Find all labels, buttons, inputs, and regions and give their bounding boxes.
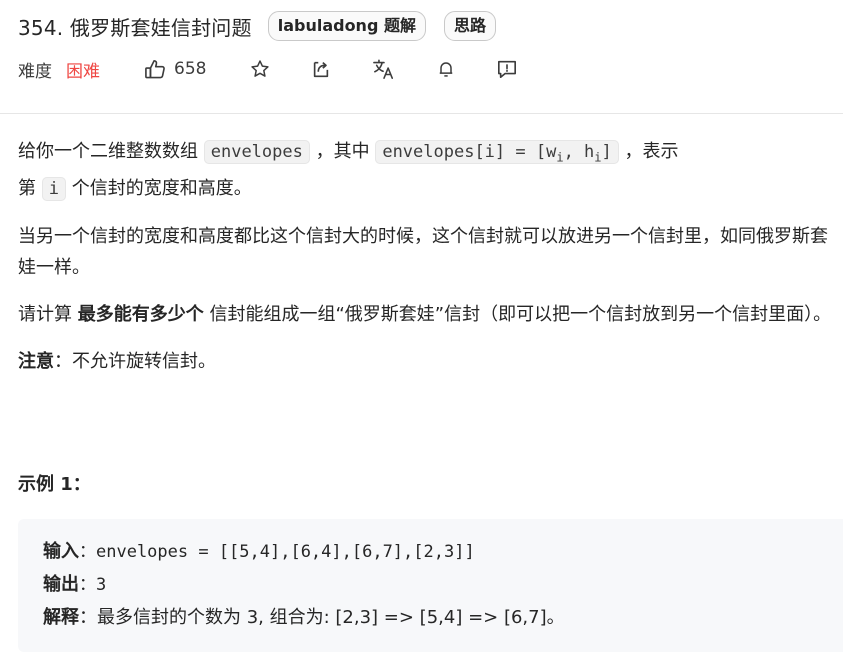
bold-text: 最多能有多少个 bbox=[77, 304, 204, 326]
explanation-label: 解释 bbox=[43, 607, 79, 628]
text: ，其中 bbox=[315, 141, 370, 162]
note: 注意：不允许旋转信封。 bbox=[18, 346, 833, 377]
difficulty-label: 难度 bbox=[18, 61, 52, 82]
output-value: ：3 bbox=[79, 575, 107, 595]
paragraph-2: 当另一个信封的宽度和高度都比这个信封大的时候，这个信封就可以放进另一个信封里，如… bbox=[18, 226, 828, 279]
text: ，表示 bbox=[624, 141, 679, 162]
paragraph-3: 请计算 最多能有多少个 信封能组成一组“俄罗斯套娃”信封（即可以把一个信封放到另… bbox=[18, 299, 833, 330]
code-part: envelopes[i] = [w bbox=[382, 142, 557, 162]
feedback-button[interactable] bbox=[496, 59, 518, 79]
problem-description: 给你一个二维整数数组 envelopes ，其中 envelopes[i] = … bbox=[18, 136, 833, 393]
explanation-value: ：最多信封的个数为 3, 组合为: [2,3] => [5,4] => [6,7… bbox=[79, 607, 565, 628]
text: 给你一个二维整数数组 bbox=[18, 141, 198, 162]
text: 信封能组成一组“俄罗斯套娃”信封（即可以把一个信封放到另一个信封里面）。 bbox=[209, 304, 832, 326]
share-button[interactable] bbox=[310, 59, 332, 79]
tag-hint[interactable]: 思路 bbox=[443, 11, 496, 41]
text: 第 bbox=[18, 178, 36, 200]
subscript: i bbox=[594, 150, 602, 165]
subscript: i bbox=[556, 150, 564, 165]
like-button[interactable]: 658 bbox=[144, 59, 206, 79]
code-part: ] bbox=[601, 142, 612, 162]
tag-labuladong[interactable]: labuladong 题解 bbox=[267, 11, 426, 41]
note-label: 注意 bbox=[18, 351, 54, 373]
translate-icon bbox=[373, 59, 394, 79]
output-label: 输出 bbox=[43, 574, 79, 595]
like-count: 658 bbox=[174, 59, 207, 79]
example-output: 输出：3 bbox=[43, 570, 106, 596]
input-label: 输入 bbox=[43, 541, 79, 562]
share-icon bbox=[314, 61, 329, 78]
translate-button[interactable] bbox=[372, 58, 396, 80]
example-input: 输入：envelopes = [[5,4],[6,4],[6,7],[2,3]] bbox=[43, 537, 475, 563]
text: 个信封的宽度和高度。 bbox=[71, 178, 252, 200]
thumbs-up-icon bbox=[145, 60, 165, 79]
input-value: ：envelopes = [[5,4],[6,4],[6,7],[2,3]] bbox=[79, 542, 475, 562]
difficulty-value: 困难 bbox=[66, 61, 100, 82]
problem-title: 354. 俄罗斯套娃信封问题 bbox=[18, 15, 252, 40]
star-icon bbox=[251, 60, 270, 77]
code-envelopes: envelopes bbox=[203, 140, 310, 164]
header-divider bbox=[0, 113, 843, 114]
text: 请计算 bbox=[18, 304, 72, 326]
paragraph-1: 给你一个二维整数数组 envelopes ，其中 envelopes[i] = … bbox=[18, 136, 833, 205]
favorite-button[interactable] bbox=[250, 59, 270, 79]
bell-icon bbox=[440, 62, 453, 77]
code-i: i bbox=[41, 177, 66, 202]
feedback-icon bbox=[498, 60, 517, 78]
code-part: , h bbox=[563, 142, 595, 162]
note-text: ：不允许旋转信封。 bbox=[54, 351, 216, 373]
example-title: 示例 1： bbox=[18, 474, 91, 495]
subscribe-button[interactable] bbox=[436, 59, 456, 79]
example-explanation: 解释：最多信封的个数为 3, 组合为: [2,3] => [5,4] => [6… bbox=[43, 603, 565, 629]
code-envelopes-i: envelopes[i] = [wi, hi] bbox=[375, 140, 619, 165]
example-block: 输入：envelopes = [[5,4],[6,4],[6,7],[2,3]]… bbox=[18, 519, 843, 652]
problem-header: 354. 俄罗斯套娃信封问题 labuladong 题解 思路 难度 困难 65… bbox=[18, 10, 833, 82]
